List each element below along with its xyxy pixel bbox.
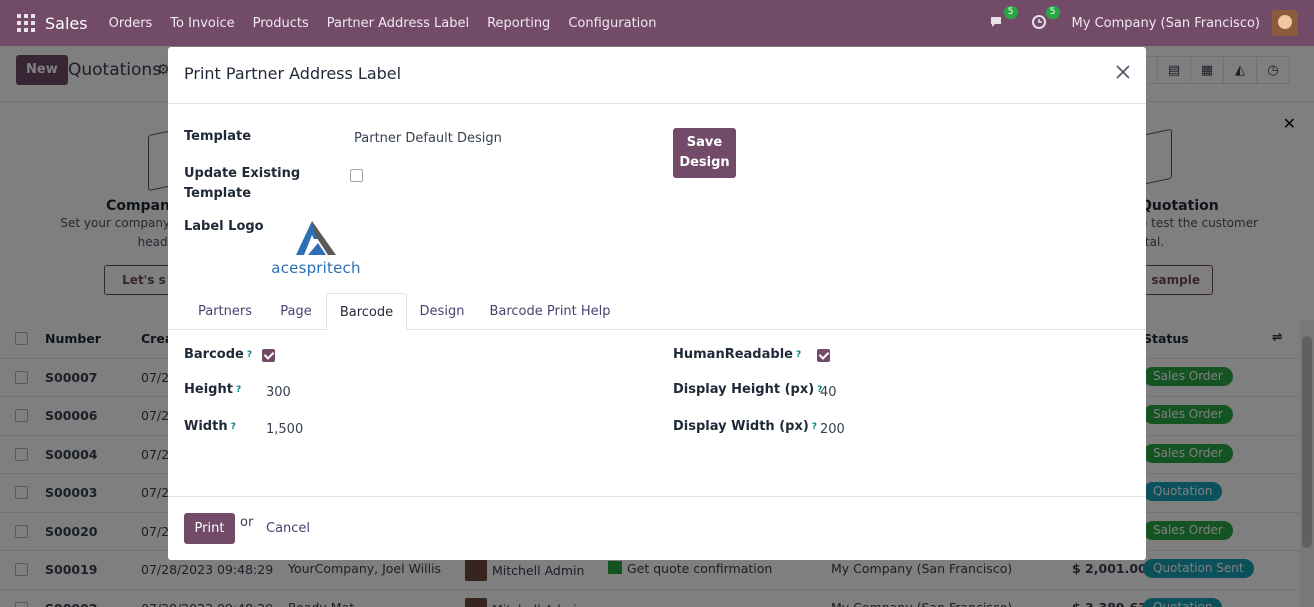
app-name[interactable]: Sales (45, 14, 88, 33)
activities-count-badge: 5 (1045, 6, 1060, 19)
label-logo-label: Label Logo (184, 219, 264, 234)
dialog-title: Print Partner Address Label (184, 64, 402, 83)
save-design-label: Save (686, 135, 723, 150)
top-navbar: Sales Orders To Invoice Products Partner… (0, 0, 1314, 46)
print-button[interactable]: Print (184, 513, 235, 544)
apps-grid-icon[interactable] (17, 14, 35, 32)
help-tooltip-icon[interactable]: ? (231, 422, 236, 432)
messages-count-badge: 5 (1003, 6, 1018, 19)
help-tooltip-icon[interactable]: ? (812, 422, 817, 432)
tab-page[interactable]: Page (266, 293, 326, 330)
display-width-label: Display Width (px)? (673, 417, 817, 437)
activities-clock-icon[interactable]: 5 (1030, 6, 1060, 32)
save-design-label: Design (679, 155, 730, 170)
barcode-label: Barcode? (184, 345, 252, 365)
logo-mark-icon (296, 221, 336, 255)
menu-partner-address-label[interactable]: Partner Address Label (318, 16, 478, 31)
or-text: or (240, 515, 254, 530)
tab-design[interactable]: Design (407, 293, 477, 330)
width-label: Width? (184, 417, 236, 437)
tab-barcode-print-help[interactable]: Barcode Print Help (477, 293, 623, 330)
human-readable-label-text: HumanReadable (673, 347, 793, 362)
help-tooltip-icon[interactable]: ? (236, 385, 241, 395)
barcode-checkbox[interactable] (262, 349, 275, 362)
template-field[interactable]: Partner Default Design (354, 131, 502, 146)
menu-orders[interactable]: Orders (100, 16, 162, 31)
save-design-button[interactable]: Save Design (673, 128, 736, 178)
help-tooltip-icon[interactable]: ? (796, 350, 801, 360)
width-input[interactable]: 1,500 (266, 422, 303, 437)
print-label-dialog: Print Partner Address Label Template Par… (168, 47, 1146, 560)
barcode-label-text: Barcode (184, 347, 244, 362)
tab-partners[interactable]: Partners (184, 293, 266, 330)
display-height-input[interactable]: 40 (820, 385, 837, 400)
cancel-button[interactable]: Cancel (266, 521, 310, 536)
messages-icon[interactable]: 5 (988, 6, 1018, 32)
height-input[interactable]: 300 (266, 385, 291, 400)
display-height-label-text: Display Height (px) (673, 382, 815, 397)
display-width-label-text: Display Width (px) (673, 419, 809, 434)
menu-products[interactable]: Products (244, 16, 318, 31)
display-width-input[interactable]: 200 (820, 422, 845, 437)
height-label: Height? (184, 380, 241, 400)
display-height-label: Display Height (px)? (673, 380, 822, 400)
menu-to-invoice[interactable]: To Invoice (161, 16, 243, 31)
human-readable-checkbox[interactable] (817, 349, 830, 362)
dialog-header: Print Partner Address Label (168, 47, 1146, 104)
menu-reporting[interactable]: Reporting (478, 16, 559, 31)
user-avatar[interactable] (1272, 10, 1298, 36)
update-template-label: Template (184, 186, 252, 201)
update-template-checkbox[interactable] (350, 169, 363, 182)
dialog-footer: Print or Cancel (168, 496, 1146, 560)
template-label: Template (184, 129, 252, 144)
company-switcher[interactable]: My Company (San Francisco) (1072, 16, 1260, 31)
close-icon[interactable] (1114, 63, 1132, 81)
update-template-label: Update Existing (184, 166, 301, 181)
dialog-tabs: Partners Page Barcode Design Barcode Pri… (168, 293, 1146, 330)
tab-barcode[interactable]: Barcode (326, 293, 407, 330)
logo-wordmark: acespritech (271, 259, 361, 277)
menu-configuration[interactable]: Configuration (559, 16, 665, 31)
width-label-text: Width (184, 419, 228, 434)
height-label-text: Height (184, 382, 233, 397)
human-readable-label: HumanReadable? (673, 345, 801, 365)
label-logo-image[interactable]: acespritech (268, 217, 364, 279)
help-tooltip-icon[interactable]: ? (247, 350, 252, 360)
